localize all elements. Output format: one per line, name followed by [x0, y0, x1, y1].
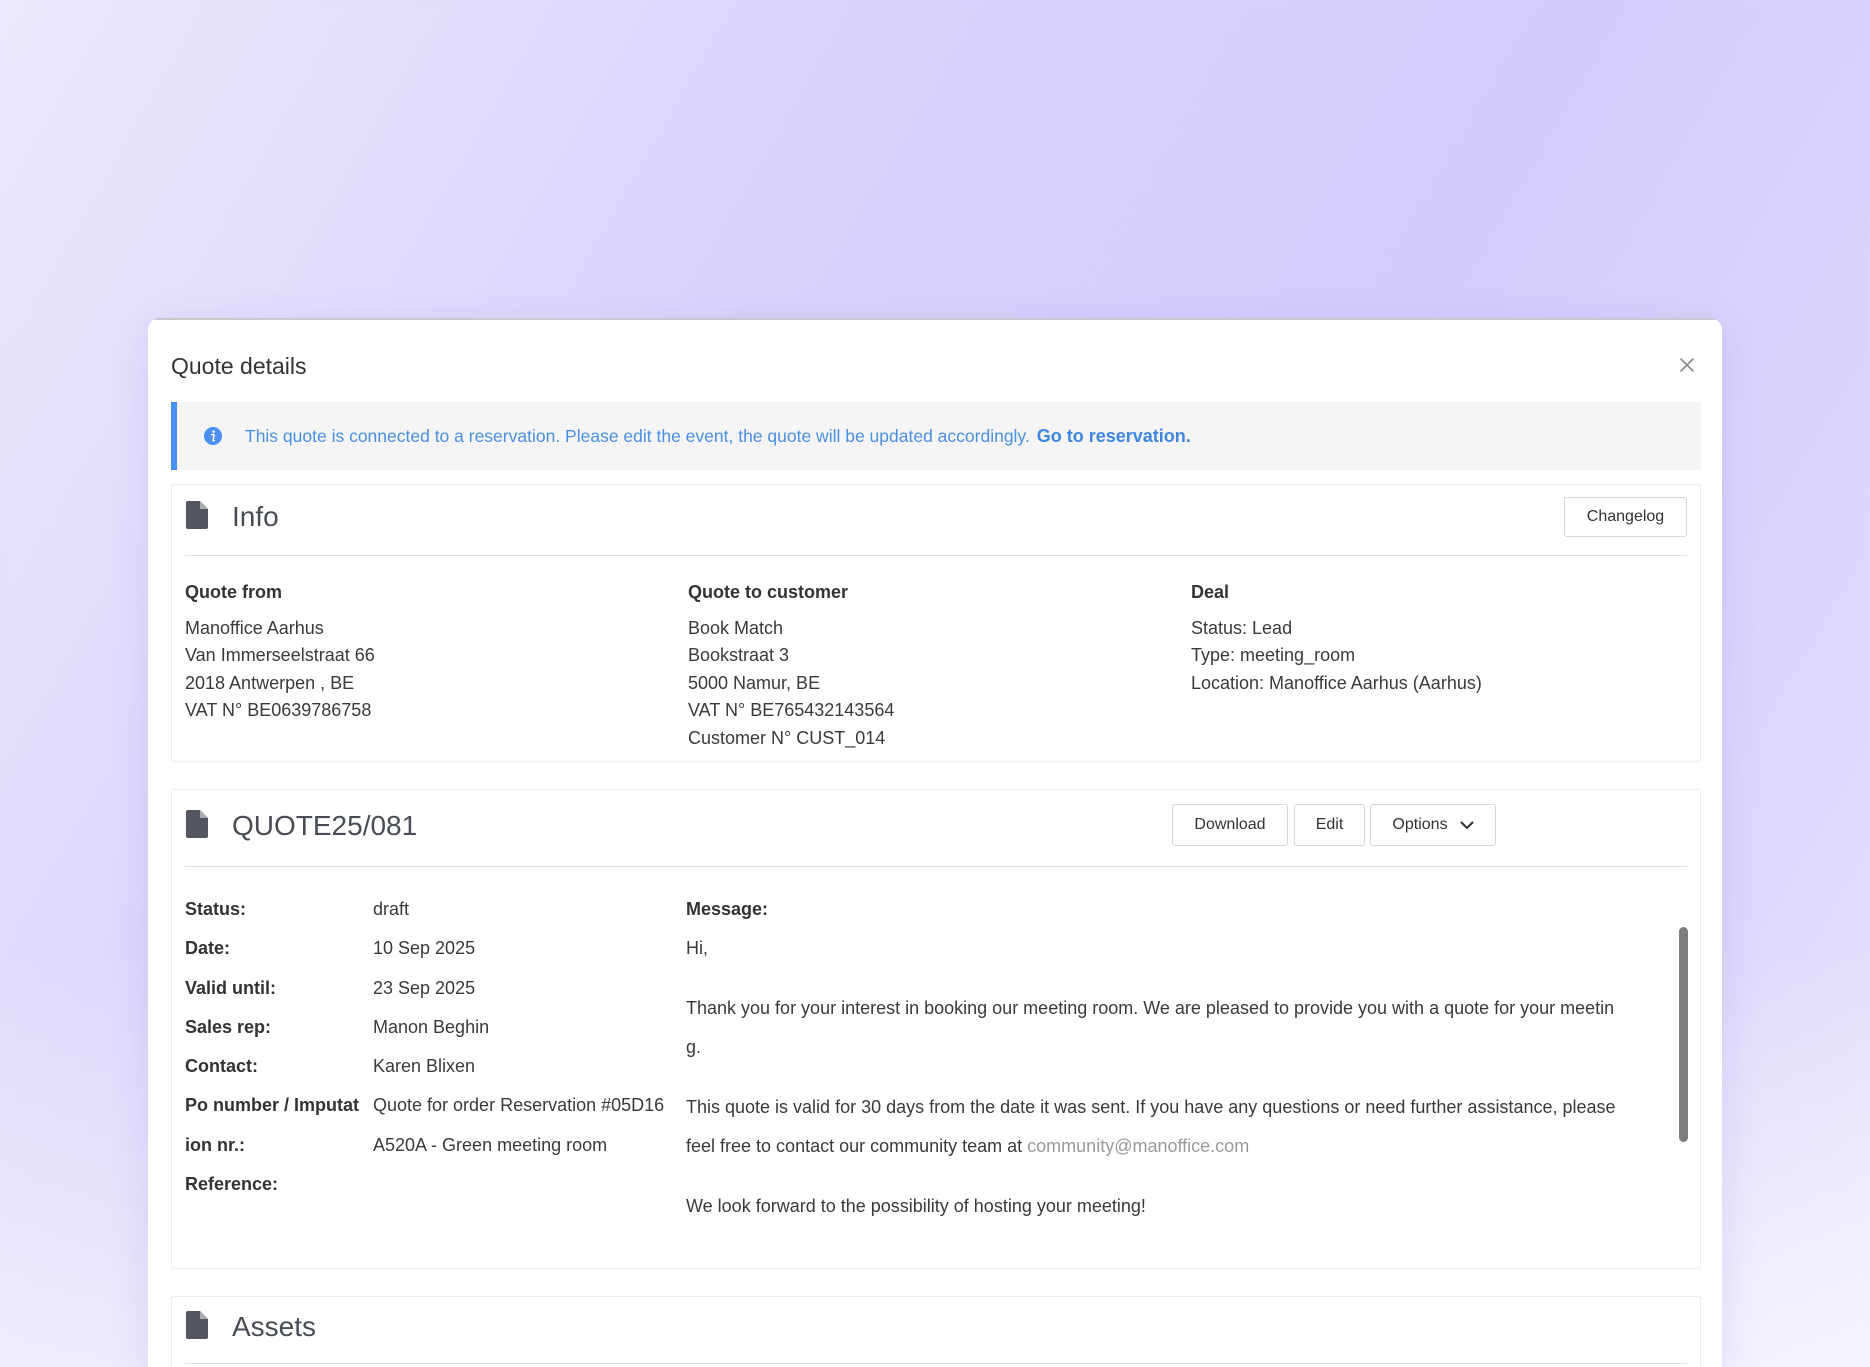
reference-label: Reference: [185, 1174, 279, 1195]
po-number-label: Po number / Imputat [185, 1095, 360, 1116]
quote-from-line: VAT N° BE0639786758 [185, 700, 372, 720]
quote-details-modal: Quote details This quote is connected to… [148, 318, 1722, 1367]
po-number-value: Quote for order Reservation #05D16 [373, 1095, 665, 1116]
status-label: Status: [185, 899, 247, 919]
changelog-button[interactable]: Changelog [1564, 497, 1687, 537]
modal-top-border [148, 318, 1722, 320]
options-dropdown[interactable]: Options [1370, 804, 1496, 846]
sales-rep-value: Manon Beghin [373, 1016, 490, 1037]
quote-to-heading: Quote to customer [688, 582, 849, 602]
quote-panel-header: QUOTE25/081 Download Edit Options [172, 790, 1700, 860]
quote-to-line: Book Match [688, 617, 784, 638]
document-icon [186, 810, 208, 838]
quote-from-line: Van Immerseelstraat 66 [185, 645, 375, 665]
quote-panel: QUOTE25/081 Download Edit Options Status… [171, 789, 1701, 1269]
assets-panel-header: Assets [172, 1297, 1700, 1367]
close-button[interactable] [1672, 350, 1702, 380]
quote-to-column: Quote to customer Book Match Bookstraat … [688, 579, 894, 752]
document-icon [186, 1311, 208, 1339]
deal-column: Deal Status: Lead Type: meeting_room Loc… [1191, 579, 1482, 697]
info-icon [204, 427, 222, 445]
message-paragraph: g. [686, 1037, 702, 1057]
deal-line: Status: Lead [1191, 617, 1293, 638]
close-icon [1680, 358, 1694, 372]
assets-title: Assets [232, 1311, 317, 1342]
deal-heading: Deal [1191, 582, 1230, 602]
quote-number-title: QUOTE25/081 [232, 810, 418, 841]
quote-to-line: 5000 Namur, BE [688, 672, 821, 693]
contact-value: Karen Blixen [373, 1056, 476, 1077]
quote-from-line: Manoffice Aarhus [185, 617, 324, 638]
document-icon [186, 501, 208, 529]
chevron-down-icon [1460, 821, 1474, 829]
message-heading: Message: [686, 899, 769, 919]
message-paragraph: feel free to contact our community team … [686, 1127, 1676, 1167]
reservation-alert: This quote is connected to a reservation… [171, 402, 1701, 470]
modal-title: Quote details [171, 353, 307, 379]
quote-to-line: Customer N° CUST_014 [688, 727, 886, 748]
edit-button[interactable]: Edit [1294, 804, 1365, 846]
reference-value [373, 1165, 664, 1204]
valid-until-value: 23 Sep 2025 [373, 977, 476, 998]
alert-text: This quote is connected to a reservation… [245, 425, 1030, 446]
contact-label: Contact: [185, 1056, 258, 1077]
po-number-value-line2: A520A - Green meeting room [373, 1134, 608, 1155]
message-scrollbar[interactable] [1679, 927, 1688, 1142]
quote-from-heading: Quote from [185, 582, 282, 602]
message-paragraph: We look forward to the possibility of ho… [686, 1195, 1146, 1216]
assets-panel: Assets [171, 1296, 1701, 1367]
deal-line: Location: Manoffice Aarhus (Aarhus) [1191, 672, 1482, 693]
date-value: 10 Sep 2025 [373, 938, 476, 959]
message-text: feel free to contact our community team … [686, 1136, 1023, 1156]
download-button[interactable]: Download [1172, 804, 1288, 846]
options-label: Options [1392, 816, 1448, 833]
message-greeting: Hi, [686, 938, 708, 958]
modal-header: Quote details [171, 346, 1702, 386]
quote-to-line: VAT N° BE765432143564 [688, 700, 895, 720]
community-email-link[interactable]: community@manoffice.com [1027, 1136, 1249, 1156]
quote-field-values: draft 10 Sep 2025 23 Sep 2025 Manon Begh… [373, 890, 664, 1204]
info-panel-header: Info Changelog [172, 485, 1700, 555]
info-panel: Info Changelog Quote from Manoffice Aarh… [171, 484, 1701, 762]
message-paragraph: Thank you for your interest in booking o… [686, 997, 1615, 1018]
divider [185, 866, 1687, 867]
message-paragraph: This quote is valid for 30 days from the… [686, 1096, 1616, 1117]
valid-until-label: Valid until: [185, 977, 277, 998]
quote-from-line: 2018 Antwerpen , BE [185, 672, 355, 693]
deal-line: Type: meeting_room [1191, 645, 1356, 665]
date-label: Date: [185, 938, 231, 959]
sales-rep-label: Sales rep: [185, 1016, 272, 1037]
status-value: draft [373, 899, 410, 919]
divider [185, 555, 1687, 556]
quote-to-line: Bookstraat 3 [688, 645, 790, 665]
quote-message: Message: Hi, Thank you for your interest… [686, 890, 1676, 1226]
po-number-label-wrap: ion nr.: [185, 1134, 245, 1155]
divider [185, 1363, 1687, 1364]
quote-from-column: Quote from Manoffice Aarhus Van Immersee… [185, 579, 375, 725]
go-to-reservation-link[interactable]: Go to reservation. [1037, 426, 1191, 447]
quote-field-labels: Status: Date: Valid until: Sales rep: Co… [185, 890, 359, 1204]
info-title: Info [232, 501, 279, 532]
